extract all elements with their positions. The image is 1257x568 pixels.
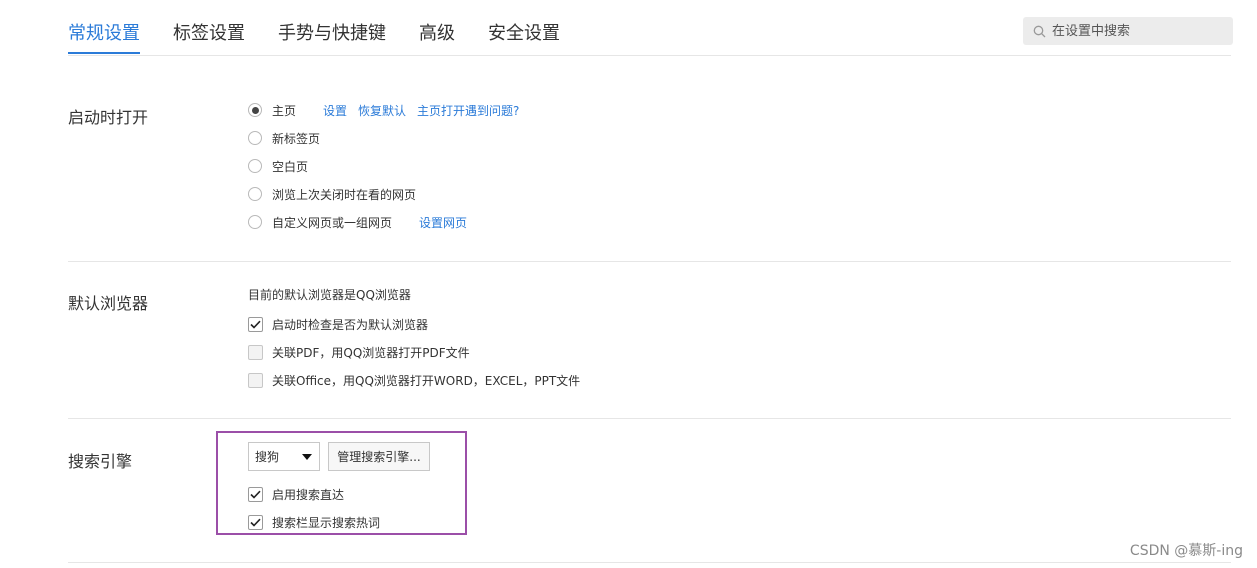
tab-security[interactable]: 安全设置 [488,0,560,54]
tab-gestures-shortcuts[interactable]: 手势与快捷键 [278,0,386,54]
option-label: 启动时检查是否为默认浏览器 [272,317,429,332]
tab-advanced[interactable]: 高级 [419,0,455,54]
settings-search[interactable] [1023,17,1233,45]
startup-section-title: 启动时打开 [68,108,149,127]
associate-office-option[interactable]: 关联Office，用QQ浏览器打开WORD，EXCEL，PPT文件 [248,371,580,389]
startup-option-home[interactable]: 主页 设置 恢复默认 主页打开遇到问题? [248,101,519,119]
option-label: 关联Office，用QQ浏览器打开WORD，EXCEL，PPT文件 [272,373,581,388]
settings-tabs: 常规设置 标签设置 手势与快捷键 高级 安全设置 [68,0,593,56]
watermark: CSDN @慕斯-ing [1129,543,1243,559]
search-input[interactable] [1050,22,1224,40]
option-label: 主页 [272,103,297,118]
option-label: 搜索栏显示搜索热词 [272,515,381,530]
search-engine-select[interactable]: 搜狗 [248,442,320,471]
associate-pdf-option[interactable]: 关联PDF，用QQ浏览器打开PDF文件 [248,343,470,361]
checkbox[interactable] [248,514,263,530]
default-browser-section-title: 默认浏览器 [68,294,149,313]
radio-button[interactable] [248,187,262,201]
option-label: 自定义网页或一组网页 [272,215,393,230]
checkbox[interactable] [248,316,263,332]
restore-default-link[interactable]: 恢复默认 [358,102,406,119]
tab-general[interactable]: 常规设置 [68,0,140,54]
search-engine-selected: 搜狗 [255,450,280,464]
section-divider [68,418,1231,419]
radio-button[interactable] [248,103,262,117]
startup-option-custom[interactable]: 自定义网页或一组网页 设置网页 [248,213,467,231]
radio-button[interactable] [248,159,262,173]
section-divider [68,562,1231,563]
tab-tabs[interactable]: 标签设置 [173,0,245,54]
checkmark-icon [250,518,261,527]
radio-button[interactable] [248,131,262,145]
dropdown-arrow-icon [302,454,312,460]
set-home-link[interactable]: 设置 [323,102,347,119]
set-pages-link[interactable]: 设置网页 [419,214,467,231]
home-help-link[interactable]: 主页打开遇到问题? [417,102,519,119]
startup-option-blank[interactable]: 空白页 [248,157,308,175]
checkbox[interactable] [248,486,263,502]
option-label: 新标签页 [272,131,321,146]
option-label: 启用搜索直达 [272,487,345,502]
section-divider [68,261,1231,262]
show-hot-words-option[interactable]: 搜索栏显示搜索热词 [248,513,380,531]
manage-search-engines-button[interactable]: 管理搜索引擎... [328,442,430,471]
checkbox[interactable] [248,372,263,388]
checkmark-icon [250,320,261,329]
default-browser-status: 目前的默认浏览器是QQ浏览器 [248,288,411,302]
header-divider [68,55,1231,56]
check-default-browser-option[interactable]: 启动时检查是否为默认浏览器 [248,315,428,333]
checkmark-icon [250,490,261,499]
option-label: 浏览上次关闭时在看的网页 [272,187,417,202]
option-label: 关联PDF，用QQ浏览器打开PDF文件 [272,345,470,360]
search-engine-section-title: 搜索引擎 [68,452,133,471]
startup-option-last-session[interactable]: 浏览上次关闭时在看的网页 [248,185,416,203]
search-icon [1033,25,1046,37]
radio-button[interactable] [248,215,262,229]
enable-direct-search-option[interactable]: 启用搜索直达 [248,485,344,503]
checkbox[interactable] [248,344,263,360]
option-label: 空白页 [272,159,309,174]
startup-option-new-tab[interactable]: 新标签页 [248,129,320,147]
